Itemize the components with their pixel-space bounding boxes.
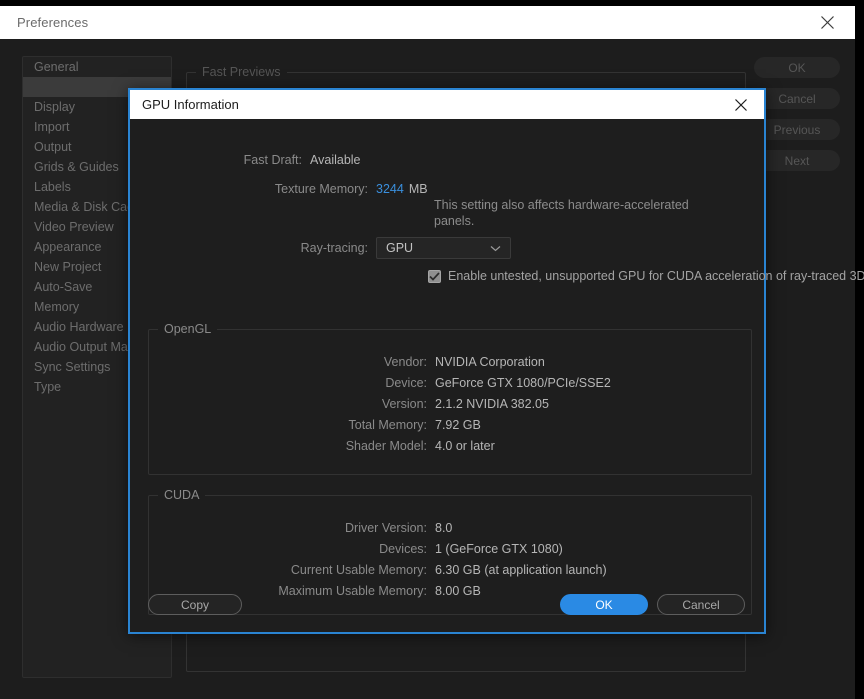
gpu-dialog-titlebar: GPU Information (130, 90, 764, 119)
spec-row: Shader Model: 4.0 or later (149, 436, 751, 457)
copy-button[interactable]: Copy (148, 594, 242, 615)
preferences-previous-button[interactable]: Previous (754, 119, 840, 140)
ray-tracing-label: Ray-tracing: (300, 241, 368, 255)
spec-value: 8.0 (435, 521, 453, 535)
spec-label: Vendor: (383, 355, 427, 369)
close-icon (820, 16, 834, 29)
chevron-down-icon (490, 239, 501, 257)
spec-row: Current Usable Memory: 6.30 GB (at applic… (149, 560, 751, 581)
spec-value: 1 (GeForce GTX 1080) (435, 542, 563, 556)
check-icon (429, 271, 440, 281)
preferences-titlebar: Preferences (0, 6, 855, 39)
sidebar-item-general[interactable]: General (23, 57, 171, 77)
spec-row: Version: 2.1.2 NVIDIA 382.05 (149, 394, 751, 415)
screen-right-edge (855, 0, 864, 699)
close-icon (735, 98, 747, 111)
gpu-information-dialog: GPU Information Fast Draft: Available Te… (128, 88, 864, 634)
ray-tracing-select[interactable]: GPU (376, 237, 511, 259)
fast-draft-row: Fast Draft: Available (130, 150, 764, 171)
spec-value: 7.92 GB (435, 418, 481, 432)
untested-gpu-checkbox[interactable] (428, 269, 441, 283)
spec-value: 4.0 or later (435, 439, 495, 453)
gpu-dialog-content: Fast Draft: Available Texture Memory: 32… (130, 119, 864, 632)
opengl-rows: Vendor: NVIDIA Corporation Device: GeForce … (149, 352, 751, 457)
preferences-ok-button[interactable]: OK (754, 57, 840, 78)
section-opengl: OpenGL Vendor: NVIDIA Corporation Device: G… (148, 322, 752, 475)
spec-label: Driver Version: (345, 521, 427, 535)
spec-row: Driver Version: 8.0 (149, 518, 751, 539)
texture-memory-value[interactable]: 3244 (376, 179, 404, 200)
spec-value: NVIDIA Corporation (435, 355, 545, 369)
ray-tracing-row: Ray-tracing: GPU (130, 237, 764, 259)
texture-memory-note: This setting also affects hardware-accel… (434, 198, 689, 228)
preferences-action-buttons: OK Cancel Previous Next (754, 57, 840, 181)
spec-row: Devices: 1 (GeForce GTX 1080) (149, 539, 751, 560)
group-fast-previews-legend: Fast Previews (196, 65, 287, 79)
spec-value: 6.30 GB (at application launch) (435, 563, 607, 577)
fast-draft-label: Fast Draft: (243, 153, 302, 167)
fast-draft-value: Available (310, 153, 361, 167)
spec-label: Devices: (379, 542, 427, 556)
section-opengl-legend: OpenGL (158, 322, 218, 336)
texture-memory-label: Texture Memory: (274, 182, 368, 196)
gpu-dialog-close-button[interactable] (727, 90, 755, 119)
spec-label: Device: (385, 376, 427, 390)
gpu-dialog-footer: Copy OK Cancel (130, 584, 764, 632)
page-title: Preferences (17, 15, 89, 30)
spec-row: Vendor: NVIDIA Corporation (149, 352, 751, 373)
spec-row: Total Memory: 7.92 GB (149, 415, 751, 436)
spec-label: Shader Model: (345, 439, 427, 453)
untested-gpu-checkbox-row[interactable]: Enable untested, unsupported GPU for CUD… (428, 269, 864, 283)
spec-value: 2.1.2 NVIDIA 382.05 (435, 397, 549, 411)
gpu-cancel-button[interactable]: Cancel (657, 594, 745, 615)
spec-label: Current Usable Memory: (290, 563, 427, 577)
section-cuda-legend: CUDA (158, 488, 206, 502)
spec-label: Version: (381, 397, 427, 411)
preferences-next-button[interactable]: Next (754, 150, 840, 171)
texture-memory-unit: MB (408, 182, 428, 196)
preferences-cancel-button[interactable]: Cancel (754, 88, 840, 109)
untested-gpu-checkbox-label: Enable untested, unsupported GPU for CUD… (448, 269, 864, 283)
spec-value: GeForce GTX 1080/PCIe/SSE2 (435, 376, 611, 390)
spec-row: Device: GeForce GTX 1080/PCIe/SSE2 (149, 373, 751, 394)
preferences-close-button[interactable] (807, 6, 847, 39)
gpu-dialog-title: GPU Information (142, 97, 239, 112)
spec-label: Total Memory: (348, 418, 428, 432)
ray-tracing-selected-value: GPU (386, 241, 414, 255)
gpu-ok-button[interactable]: OK (560, 594, 648, 615)
app-root: Preferences General Display Import Output Gr… (0, 0, 864, 699)
